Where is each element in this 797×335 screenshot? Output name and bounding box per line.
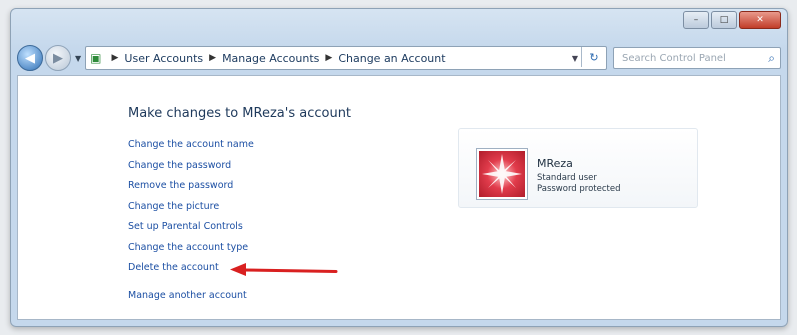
parental-controls-link[interactable]: Set up Parental Controls: [128, 220, 254, 241]
change-password-link[interactable]: Change the password: [128, 159, 254, 180]
user-account-tile: MReza Standard user Password protected: [458, 128, 698, 208]
refresh-icon[interactable]: ↻: [581, 47, 606, 67]
forward-arrow-icon[interactable]: ▶: [45, 45, 71, 71]
minimize-button[interactable]: –: [683, 11, 709, 29]
search-input[interactable]: [620, 51, 754, 65]
change-picture-link[interactable]: Change the picture: [128, 200, 254, 221]
page-title: Make changes to MReza's account: [128, 106, 352, 121]
breadcrumb-user-accounts[interactable]: User Accounts: [124, 52, 203, 65]
search-icon[interactable]: ⌕: [768, 51, 775, 66]
breadcrumb-change-account[interactable]: Change an Account: [338, 52, 445, 65]
remove-password-link[interactable]: Remove the password: [128, 179, 254, 200]
breadcrumb-manage-accounts[interactable]: Manage Accounts: [222, 52, 319, 65]
search-box[interactable]: ⌕: [613, 47, 781, 69]
change-account-type-link[interactable]: Change the account type: [128, 241, 254, 262]
chevron-right-icon[interactable]: ▶: [209, 53, 216, 63]
address-bar[interactable]: ▣ ▶ User Accounts ▶ Manage Accounts ▶ Ch…: [85, 46, 607, 70]
navigation-bar: ◀ ▶ ▼ ▣ ▶ User Accounts ▶ Manage Account…: [17, 45, 781, 71]
address-dropdown-icon[interactable]: ▼: [572, 54, 578, 63]
maximize-button[interactable]: □: [711, 11, 737, 29]
recent-pages-dropdown-icon[interactable]: ▼: [75, 54, 81, 63]
chevron-right-icon[interactable]: ▶: [112, 53, 119, 63]
main-content: Make changes to MReza's account Change t…: [17, 75, 781, 320]
flower-icon: [482, 154, 522, 194]
arrow-head: [230, 263, 246, 276]
task-links: Change the account name Change the passw…: [128, 138, 254, 309]
red-arrow-annotation: [230, 263, 338, 276]
caption-buttons: – □ ✕: [683, 11, 781, 29]
back-arrow-icon[interactable]: ◀: [17, 45, 43, 71]
arrow-shaft: [242, 268, 338, 273]
close-button[interactable]: ✕: [739, 11, 781, 29]
change-account-name-link[interactable]: Change the account name: [128, 138, 254, 159]
control-panel-window: – □ ✕ ◀ ▶ ▼ ▣ ▶ User Accounts ▶ Manage A…: [10, 8, 788, 327]
user-password-status: Password protected: [537, 184, 621, 194]
user-account-type: Standard user: [537, 173, 597, 183]
chevron-right-icon[interactable]: ▶: [325, 53, 332, 63]
avatar: [477, 149, 527, 199]
manage-another-account-link[interactable]: Manage another account: [128, 289, 254, 310]
user-name: MReza: [537, 157, 573, 170]
control-panel-icon: ▣: [90, 51, 102, 65]
